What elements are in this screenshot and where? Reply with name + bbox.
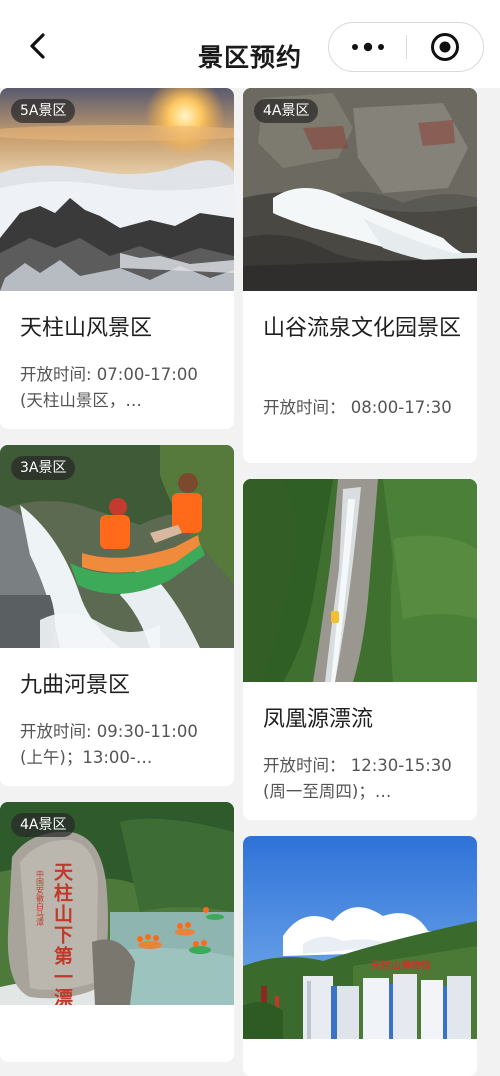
scenic-card[interactable]: 3A景区 九曲河景区 开放时间: 09:30-11:00(上午)；13:00-… [0, 445, 234, 786]
close-button[interactable] [407, 23, 483, 71]
scenic-card[interactable]: 天柱山博物馆 [243, 836, 477, 1076]
scenic-card[interactable]: 4A景区 山谷流泉文化园景区 开放时间： 08:00-17:30 [243, 88, 477, 463]
scenic-name: 九曲河景区 [20, 673, 131, 698]
opening-hours: 开放时间: 07:00-17:00(天柱山景区，… [20, 365, 198, 410]
museum-sign-text: 天柱山博物馆 [371, 959, 431, 972]
carving-side-text: 中国安徽白马潭 [36, 869, 45, 926]
opening-hours: 开放时间： 08:00-17:30 [263, 398, 452, 417]
scenic-level-badge: 3A景区 [11, 456, 76, 480]
scenic-photo-rock-carving: 天柱山下第一漂 中国安徽白马潭 4A景区 [0, 802, 234, 1005]
carving-text: 天柱山下第一漂 [51, 862, 73, 1005]
scenic-photo-museum: 天柱山博物馆 [243, 836, 477, 1039]
scenic-photo-waterfall-stream: 4A景区 [243, 88, 477, 291]
opening-hours: 开放时间: 09:30-11:00(上午)；13:00-… [20, 722, 198, 767]
target-close-icon [431, 33, 459, 61]
mini-program-capsule [328, 22, 484, 72]
scenic-name: 凤凰源漂流 [263, 707, 374, 732]
scenic-name: 山谷流泉文化园景区 [263, 316, 462, 341]
scenic-level-badge: 4A景区 [254, 99, 319, 123]
scenic-card[interactable]: 5A景区 天柱山风景区 开放时间: 07:00-17:00(天柱山景区，… [0, 88, 234, 429]
opening-hours: 开放时间： 12:30-15:30(周一至周四)；… [263, 756, 452, 801]
scenic-photo-sea-of-clouds: 5A景区 [0, 88, 234, 291]
scenic-name: 天柱山风景区 [20, 316, 153, 341]
scenic-card[interactable]: 天柱山下第一漂 中国安徽白马潭 4A景区 [0, 802, 234, 1062]
scenic-photo-rafting-slide [243, 479, 477, 682]
more-button[interactable] [329, 23, 406, 71]
scenic-level-badge: 4A景区 [11, 813, 76, 837]
scenic-level-badge: 5A景区 [11, 99, 76, 123]
scenic-photo-rafting: 3A景区 [0, 445, 234, 648]
scenic-card[interactable]: 凤凰源漂流 开放时间： 12:30-15:30(周一至周四)；… [243, 479, 477, 820]
nav-bar: 景区预约 [0, 0, 500, 88]
more-dots-icon [351, 42, 384, 52]
